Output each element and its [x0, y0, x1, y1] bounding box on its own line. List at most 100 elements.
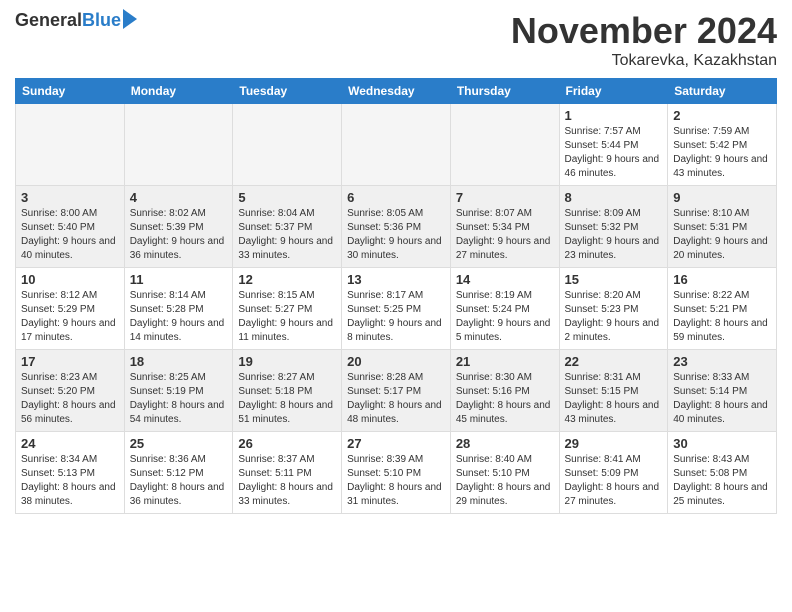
header-sunday: Sunday	[16, 79, 125, 104]
table-row: 7 Sunrise: 8:07 AM Sunset: 5:34 PM Daylig…	[450, 186, 559, 268]
day-info: Sunrise: 8:02 AM Sunset: 5:39 PM Dayligh…	[130, 207, 228, 263]
table-row: 1 Sunrise: 7:57 AM Sunset: 5:44 PM Daylig…	[559, 104, 668, 186]
day-info: Sunrise: 8:10 AM Sunset: 5:31 PM Dayligh…	[673, 207, 771, 263]
day-info: Sunrise: 8:20 AM Sunset: 5:23 PM Dayligh…	[565, 289, 663, 345]
table-row: 2 Sunrise: 7:59 AM Sunset: 5:42 PM Daylig…	[668, 104, 777, 186]
day-number: 6	[347, 190, 445, 205]
table-row: 23Sunrise: 8:33 AM Sunset: 5:14 PM Dayli…	[668, 350, 777, 432]
day-info: Sunrise: 8:25 AM Sunset: 5:19 PM Dayligh…	[130, 371, 228, 427]
day-info: Sunrise: 8:27 AM Sunset: 5:18 PM Dayligh…	[238, 371, 336, 427]
day-number: 28	[456, 436, 554, 451]
day-number: 9	[673, 190, 771, 205]
day-number: 24	[21, 436, 119, 451]
header-tuesday: Tuesday	[233, 79, 342, 104]
header-monday: Monday	[124, 79, 233, 104]
day-info: Sunrise: 8:40 AM Sunset: 5:10 PM Dayligh…	[456, 453, 554, 509]
location-label: Tokarevka, Kazakhstan	[511, 52, 777, 70]
day-info: Sunrise: 8:31 AM Sunset: 5:15 PM Dayligh…	[565, 371, 663, 427]
day-number: 20	[347, 354, 445, 369]
day-number: 3	[21, 190, 119, 205]
logo-blue-text: Blue	[82, 10, 121, 31]
table-row: 16 Sunrise: 8:22 AM Sunset: 5:21 PM Dayli…	[668, 268, 777, 350]
day-info: Sunrise: 8:30 AM Sunset: 5:16 PM Dayligh…	[456, 371, 554, 427]
header-thursday: Thursday	[450, 79, 559, 104]
day-number: 12	[238, 272, 336, 287]
table-row: 15 Sunrise: 8:20 AM Sunset: 5:23 PM Dayli…	[559, 268, 668, 350]
day-info: Sunrise: 8:28 AM Sunset: 5:17 PM Dayligh…	[347, 371, 445, 427]
logo-general-text: General	[15, 10, 82, 31]
table-row: 21 Sunrise: 8:30 AM Sunset: 5:16 PM Dayli…	[450, 350, 559, 432]
day-number: 8	[565, 190, 663, 205]
day-number: 7	[456, 190, 554, 205]
table-row: 3 Sunrise: 8:00 AM Sunset: 5:40 PM Daylig…	[16, 186, 125, 268]
day-info: Sunrise: 8:43 AM Sunset: 5:08 PM Dayligh…	[673, 453, 771, 509]
table-row: 8 Sunrise: 8:09 AM Sunset: 5:32 PM Daylig…	[559, 186, 668, 268]
table-row: 6Sunrise: 8:05 AM Sunset: 5:36 PM Daylig…	[342, 186, 451, 268]
table-row: 27 Sunrise: 8:39 AM Sunset: 5:10 PM Dayli…	[342, 432, 451, 514]
day-info: Sunrise: 8:34 AM Sunset: 5:13 PM Dayligh…	[21, 453, 119, 509]
day-info: Sunrise: 8:15 AM Sunset: 5:27 PM Dayligh…	[238, 289, 336, 345]
table-row: 26Sunrise: 8:37 AM Sunset: 5:11 PM Dayli…	[233, 432, 342, 514]
day-info: Sunrise: 8:00 AM Sunset: 5:40 PM Dayligh…	[21, 207, 119, 263]
table-row: 22Sunrise: 8:31 AM Sunset: 5:15 PM Dayli…	[559, 350, 668, 432]
table-row: 19 Sunrise: 8:27 AM Sunset: 5:18 PM Dayli…	[233, 350, 342, 432]
day-number: 25	[130, 436, 228, 451]
day-number: 18	[130, 354, 228, 369]
table-row: 30 Sunrise: 8:43 AM Sunset: 5:08 PM Dayli…	[668, 432, 777, 514]
day-number: 1	[565, 108, 663, 123]
day-info: Sunrise: 7:59 AM Sunset: 5:42 PM Dayligh…	[673, 125, 771, 181]
day-number: 2	[673, 108, 771, 123]
table-row	[16, 104, 125, 186]
header-saturday: Saturday	[668, 79, 777, 104]
logo-arrow-icon	[123, 9, 137, 29]
day-number: 15	[565, 272, 663, 287]
day-number: 17	[21, 354, 119, 369]
calendar-week-row: 17 Sunrise: 8:23 AM Sunset: 5:20 PM Dayli…	[16, 350, 777, 432]
day-info: Sunrise: 8:09 AM Sunset: 5:32 PM Dayligh…	[565, 207, 663, 263]
day-number: 27	[347, 436, 445, 451]
table-row: 4 Sunrise: 8:02 AM Sunset: 5:39 PM Daylig…	[124, 186, 233, 268]
table-row: 5 Sunrise: 8:04 AM Sunset: 5:37 PM Daylig…	[233, 186, 342, 268]
day-info: Sunrise: 8:23 AM Sunset: 5:20 PM Dayligh…	[21, 371, 119, 427]
day-info: Sunrise: 8:22 AM Sunset: 5:21 PM Dayligh…	[673, 289, 771, 345]
day-number: 21	[456, 354, 554, 369]
day-number: 13	[347, 272, 445, 287]
header-wednesday: Wednesday	[342, 79, 451, 104]
day-number: 5	[238, 190, 336, 205]
day-info: Sunrise: 7:57 AM Sunset: 5:44 PM Dayligh…	[565, 125, 663, 181]
table-row: 29 Sunrise: 8:41 AM Sunset: 5:09 PM Dayli…	[559, 432, 668, 514]
day-number: 26	[238, 436, 336, 451]
page-container: General Blue November 2024 Tokarevka, Ka…	[0, 0, 792, 519]
table-row: 11 Sunrise: 8:14 AM Sunset: 5:28 PM Dayli…	[124, 268, 233, 350]
table-row: 17 Sunrise: 8:23 AM Sunset: 5:20 PM Dayli…	[16, 350, 125, 432]
header: General Blue November 2024 Tokarevka, Ka…	[15, 10, 777, 70]
table-row	[342, 104, 451, 186]
day-info: Sunrise: 8:36 AM Sunset: 5:12 PM Dayligh…	[130, 453, 228, 509]
day-number: 11	[130, 272, 228, 287]
day-info: Sunrise: 8:41 AM Sunset: 5:09 PM Dayligh…	[565, 453, 663, 509]
day-info: Sunrise: 8:04 AM Sunset: 5:37 PM Dayligh…	[238, 207, 336, 263]
table-row: 14Sunrise: 8:19 AM Sunset: 5:24 PM Dayli…	[450, 268, 559, 350]
day-info: Sunrise: 8:39 AM Sunset: 5:10 PM Dayligh…	[347, 453, 445, 509]
day-info: Sunrise: 8:14 AM Sunset: 5:28 PM Dayligh…	[130, 289, 228, 345]
logo: General Blue	[15, 10, 137, 31]
day-number: 14	[456, 272, 554, 287]
title-section: November 2024 Tokarevka, Kazakhstan	[511, 10, 777, 70]
table-row	[450, 104, 559, 186]
day-number: 29	[565, 436, 663, 451]
day-info: Sunrise: 8:12 AM Sunset: 5:29 PM Dayligh…	[21, 289, 119, 345]
table-row: 28 Sunrise: 8:40 AM Sunset: 5:10 PM Dayli…	[450, 432, 559, 514]
day-number: 19	[238, 354, 336, 369]
day-number: 30	[673, 436, 771, 451]
table-row: 13Sunrise: 8:17 AM Sunset: 5:25 PM Dayli…	[342, 268, 451, 350]
day-info: Sunrise: 8:33 AM Sunset: 5:14 PM Dayligh…	[673, 371, 771, 427]
calendar-week-row: 1 Sunrise: 7:57 AM Sunset: 5:44 PM Daylig…	[16, 104, 777, 186]
day-info: Sunrise: 8:07 AM Sunset: 5:34 PM Dayligh…	[456, 207, 554, 263]
day-number: 16	[673, 272, 771, 287]
header-friday: Friday	[559, 79, 668, 104]
table-row	[233, 104, 342, 186]
day-number: 4	[130, 190, 228, 205]
table-row: 12 Sunrise: 8:15 AM Sunset: 5:27 PM Dayli…	[233, 268, 342, 350]
table-row: 10Sunrise: 8:12 AM Sunset: 5:29 PM Dayli…	[16, 268, 125, 350]
month-title: November 2024	[511, 10, 777, 52]
